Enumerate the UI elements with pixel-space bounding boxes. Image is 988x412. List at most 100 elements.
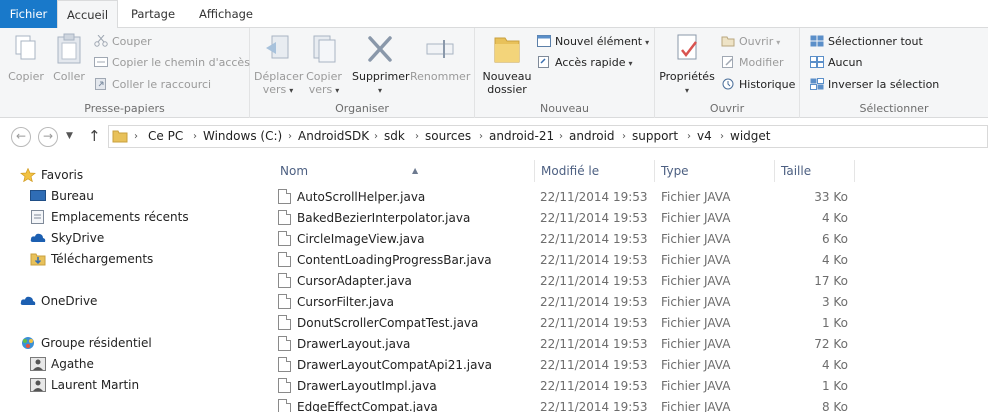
tab-share[interactable]: Partage <box>120 0 186 28</box>
paste-shortcut-button[interactable]: Coller le raccourci <box>94 75 211 95</box>
move-to-button[interactable]: Déplacer vers ▾ <box>254 32 303 97</box>
recent-locations-dropdown[interactable]: ▼ <box>66 131 73 141</box>
copy-button[interactable]: Copier <box>4 32 48 83</box>
edit-button[interactable]: Modifier <box>721 53 783 73</box>
breadcrumb-support[interactable]: support <box>632 126 678 147</box>
history-label: Historique <box>739 78 796 91</box>
breadcrumb-windows-c[interactable]: Windows (C:) <box>203 126 282 147</box>
cut-button[interactable]: Couper <box>94 32 152 52</box>
new-folder-label-1: Nouveau <box>482 70 532 83</box>
forward-button[interactable]: → <box>38 127 58 147</box>
file-name: ContentLoadingProgressBar.java <box>297 253 492 267</box>
easy-access-button[interactable]: Accès rapide ▾ <box>537 53 633 73</box>
breadcrumb-separator-icon: › <box>479 131 483 142</box>
column-header-type[interactable]: Type <box>655 160 775 182</box>
file-type: Fichier JAVA <box>661 295 731 309</box>
copy-to-button[interactable]: Copier vers ▾ <box>304 32 344 97</box>
new-folder-button[interactable]: Nouveau dossier <box>481 32 533 96</box>
file-type: Fichier JAVA <box>661 337 731 351</box>
file-name: CursorAdapter.java <box>297 274 412 288</box>
tab-view[interactable]: Affichage <box>190 0 262 28</box>
breadcrumb-v4[interactable]: v4 <box>697 126 712 147</box>
file-row[interactable]: CursorAdapter.java 22/11/2014 19:53 Fichie… <box>278 271 852 292</box>
file-row[interactable]: BakedBezierInterpolator.java 22/11/2014 1… <box>278 208 852 229</box>
new-item-button[interactable]: Nouvel élément ▾ <box>537 32 649 52</box>
file-size: 4 Ko <box>821 211 848 225</box>
user-avatar-icon <box>30 357 46 371</box>
folder-small-icon <box>112 129 128 146</box>
breadcrumb-widget[interactable]: widget <box>730 126 770 147</box>
nav-user-agathe[interactable]: Agathe <box>30 354 94 374</box>
invert-selection-button[interactable]: Inverser la sélection <box>810 75 939 95</box>
history-button[interactable]: Historique <box>721 75 795 95</box>
group-open: Propriétés ▾ Ouvrir ▾ Modifier Historique … <box>655 28 800 118</box>
file-name-cell: EdgeEffectCompat.java <box>278 397 438 412</box>
java-file-icon <box>278 273 291 288</box>
select-all-button[interactable]: Sélectionner tout <box>810 32 923 52</box>
group-organize: Déplacer vers ▾ Copier vers ▾ Supprimer ▾ R… <box>250 28 475 118</box>
group-clipboard: Copier Coller Couper Copier le chemin d'… <box>0 28 250 118</box>
delete-button[interactable]: Supprimer ▾ <box>352 32 410 97</box>
select-none-button[interactable]: Aucun <box>810 53 863 73</box>
up-arrow-icon: ↑ <box>88 127 101 145</box>
chevron-down-icon: ▼ <box>66 131 73 141</box>
properties-button[interactable]: Propriétés ▾ <box>659 32 715 97</box>
rename-label: Renommer <box>410 70 471 83</box>
file-size: 3 Ko <box>821 295 848 309</box>
file-size: 33 Ko <box>814 190 848 204</box>
file-name-cell: DrawerLayout.java <box>278 334 410 355</box>
properties-label: Propriétés <box>659 70 715 83</box>
copy-label: Copier <box>8 70 44 83</box>
open-group-label: Ouvrir <box>709 102 745 115</box>
paste-button[interactable]: Coller <box>50 32 88 83</box>
file-row[interactable]: DrawerLayoutCompatApi21.java 22/11/2014 1… <box>278 355 852 376</box>
breadcrumb-sdk[interactable]: sdk <box>384 126 405 147</box>
breadcrumb-android-21[interactable]: android-21 <box>489 126 554 147</box>
column-header-name[interactable]: Nom ▲ <box>274 160 535 182</box>
file-name-cell: BakedBezierInterpolator.java <box>278 208 470 229</box>
file-row[interactable]: EdgeEffectCompat.java 22/11/2014 19:53 Fic… <box>278 397 852 412</box>
column-header-modified[interactable]: Modifié le <box>535 160 655 182</box>
tab-file[interactable]: Fichier <box>0 0 57 28</box>
nav-recent-places[interactable]: Emplacements récents <box>30 207 189 227</box>
up-button[interactable]: ↑ <box>88 127 101 145</box>
file-name-cell: DonutScrollerCompatTest.java <box>278 313 478 334</box>
open-label: Ouvrir <box>739 35 774 48</box>
file-row[interactable]: CircleImageView.java 22/11/2014 19:53 Fich… <box>278 229 852 250</box>
nav-user-agathe-label: Agathe <box>51 357 94 371</box>
nav-onedrive[interactable]: OneDrive <box>20 291 97 311</box>
breadcrumb-androidsdk[interactable]: AndroidSDK <box>298 126 369 147</box>
file-name-cell: CursorFilter.java <box>278 292 394 313</box>
breadcrumb-sources[interactable]: sources <box>425 126 471 147</box>
nav-favorites[interactable]: Favoris <box>20 165 83 185</box>
new-item-label: Nouvel élément <box>555 35 643 48</box>
new-folder-label-2: dossier <box>487 83 527 96</box>
tab-home[interactable]: Accueil <box>57 0 118 29</box>
cloud-icon <box>30 231 46 245</box>
file-modified: 22/11/2014 19:53 <box>540 400 648 412</box>
java-file-icon <box>278 294 291 309</box>
nav-desktop[interactable]: Bureau <box>30 186 94 206</box>
back-button[interactable]: ← <box>11 127 31 147</box>
file-row[interactable]: AutoScrollHelper.java 22/11/2014 19:53 Fic… <box>278 187 852 208</box>
breadcrumb-ce-pc[interactable]: Ce PC <box>148 126 183 147</box>
easy-access-icon <box>537 55 551 68</box>
java-file-icon <box>278 189 291 204</box>
address-bar[interactable]: › Ce PC › Windows (C:) › AndroidSDK › sd… <box>108 125 988 148</box>
file-row[interactable]: DonutScrollerCompatTest.java 22/11/2014 1… <box>278 313 852 334</box>
breadcrumb-android[interactable]: android <box>569 126 615 147</box>
open-button[interactable]: Ouvrir ▾ <box>721 32 780 52</box>
file-row[interactable]: DrawerLayout.java 22/11/2014 19:53 Fichier… <box>278 334 852 355</box>
nav-downloads[interactable]: Téléchargements <box>30 249 153 269</box>
rename-button[interactable]: Renommer <box>410 32 470 83</box>
nav-skydrive[interactable]: SkyDrive <box>30 228 104 248</box>
file-type: Fichier JAVA <box>661 316 731 330</box>
column-header-size[interactable]: Taille <box>775 160 855 182</box>
java-file-icon <box>278 252 291 267</box>
copy-path-button[interactable]: Copier le chemin d'accès <box>94 53 250 73</box>
file-row[interactable]: CursorFilter.java 22/11/2014 19:53 Fichier… <box>278 292 852 313</box>
file-row[interactable]: DrawerLayoutImpl.java 22/11/2014 19:53 Fic… <box>278 376 852 397</box>
file-row[interactable]: ContentLoadingProgressBar.java 22/11/2014… <box>278 250 852 271</box>
nav-user-laurent[interactable]: Laurent Martin <box>30 375 139 395</box>
nav-homegroup[interactable]: Groupe résidentiel <box>20 333 152 353</box>
